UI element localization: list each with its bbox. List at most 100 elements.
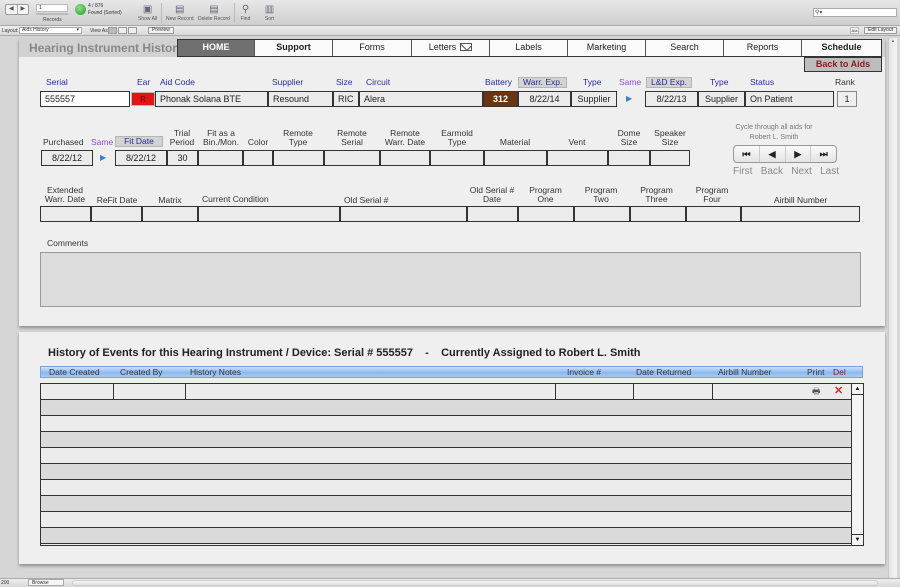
comments-field[interactable] (40, 252, 861, 307)
program-four-field[interactable] (686, 206, 741, 222)
preview-button[interactable]: Preview (148, 27, 174, 34)
trial-period-field[interactable]: 30 (167, 150, 198, 166)
ear-badge[interactable]: R (131, 92, 155, 106)
speaker-size-field[interactable] (650, 150, 690, 166)
status-field[interactable]: On Patient (745, 91, 834, 107)
tab-marketing[interactable]: Marketing (568, 40, 646, 56)
print-icon[interactable]: 🖶 (812, 386, 821, 397)
type-field[interactable]: Supplier (571, 91, 617, 107)
fit-date-field[interactable]: 8/22/12 (115, 150, 167, 166)
history-cell[interactable] (556, 384, 634, 399)
sort-button[interactable]: ▥ Sort (264, 4, 275, 22)
col-invoice[interactable]: Invoice # (567, 367, 601, 378)
table-view-button[interactable] (128, 27, 137, 34)
col-date-returned[interactable]: Date Returned (636, 367, 691, 378)
dome-size-field[interactable] (608, 150, 650, 166)
back-record-icon[interactable]: ◀ (760, 146, 786, 162)
refit-date-field[interactable] (91, 206, 142, 222)
edit-layout-button[interactable]: Edit Layout (864, 27, 897, 34)
tab-search[interactable]: Search (646, 40, 724, 56)
layout-select[interactable]: Aids History ▾ (19, 27, 82, 34)
rank-field[interactable]: 1 (837, 91, 857, 107)
next-aid-icon[interactable]: ▶ (786, 146, 812, 162)
remote-serial-field[interactable] (324, 150, 380, 166)
col-created-by[interactable]: Created By (120, 367, 163, 378)
list-view-button[interactable] (118, 27, 127, 34)
col-history-notes[interactable]: History Notes (190, 367, 241, 378)
quick-find-input[interactable]: ⚲▾ (813, 8, 897, 17)
color-field[interactable] (243, 150, 273, 166)
history-row[interactable] (41, 480, 851, 496)
history-row[interactable] (41, 528, 851, 544)
tab-labels[interactable]: Labels (490, 40, 568, 56)
size-field[interactable]: RIC (333, 91, 359, 107)
warr-exp-button[interactable]: Warr. Exp. (518, 77, 568, 88)
old-serial-field[interactable] (340, 206, 467, 222)
history-row[interactable] (41, 432, 851, 448)
history-row[interactable] (41, 512, 851, 528)
record-number-input[interactable]: 1 (36, 4, 68, 12)
tab-forms[interactable]: Forms (333, 40, 412, 56)
find-button[interactable]: ⚲ Find (240, 4, 251, 22)
ld-exp-field[interactable]: 8/22/13 (645, 91, 698, 107)
record-navigator[interactable]: ◀ ▶ (5, 4, 29, 15)
fit-as-field[interactable] (198, 150, 243, 166)
history-row[interactable] (41, 400, 851, 416)
history-row[interactable] (41, 448, 851, 464)
delete-icon[interactable]: ✕ (834, 385, 843, 397)
portal-scrollbar[interactable]: ▲ ▼ (851, 384, 863, 545)
vent-field[interactable] (547, 150, 608, 166)
copy-same-arrow-icon[interactable]: ▶ (626, 94, 633, 103)
history-cell[interactable] (634, 384, 713, 399)
history-cell[interactable] (114, 384, 186, 399)
fit-date-button[interactable]: Fit Date (115, 136, 163, 147)
history-row[interactable] (41, 464, 851, 480)
purchased-field[interactable]: 8/22/12 (41, 150, 93, 166)
old-serial-date-field[interactable] (467, 206, 518, 222)
first-label[interactable]: First (733, 166, 752, 177)
search-icon[interactable]: ⚲▾ (815, 9, 822, 17)
horizontal-scrollbar[interactable] (72, 580, 878, 586)
last-record-icon[interactable]: ⏭ (811, 146, 836, 162)
window-scrollbar[interactable]: ▲ (888, 38, 897, 578)
tab-letters[interactable]: Letters (412, 40, 490, 56)
history-row[interactable] (41, 416, 851, 432)
circuit-field[interactable]: Alera (359, 91, 483, 107)
record-slider[interactable] (36, 13, 68, 15)
type2-field[interactable]: Supplier (698, 91, 745, 107)
zoom-level[interactable]: 200 (1, 580, 9, 586)
first-record-icon[interactable]: ⏮ (734, 146, 760, 162)
battery-field[interactable]: 312 (483, 91, 518, 107)
delete-record-button[interactable]: ▤ Delete Record (198, 4, 230, 22)
aid-code-field[interactable]: Phonak Solana BTE (155, 91, 268, 107)
prev-record-icon[interactable]: ◀ (6, 5, 18, 14)
serial-field[interactable]: 555557 (40, 91, 130, 107)
history-row[interactable] (41, 496, 851, 512)
program-three-field[interactable] (630, 206, 686, 222)
show-all-button[interactable]: ▣ Show All (138, 4, 157, 22)
history-row[interactable]: 🖶 ✕ (41, 384, 851, 400)
form-view-button[interactable] (108, 27, 117, 34)
mode-select[interactable]: Browse (28, 579, 64, 586)
remote-type-field[interactable] (273, 150, 324, 166)
supplier-field[interactable]: Resound (268, 91, 333, 107)
scroll-down-icon[interactable]: ▼ (852, 534, 863, 545)
found-set-icon[interactable] (75, 4, 86, 15)
warr-exp-field[interactable]: 8/22/14 (518, 91, 571, 107)
scroll-up-icon[interactable]: ▲ (852, 384, 863, 395)
history-cell[interactable] (41, 384, 114, 399)
ext-warr-field[interactable] (40, 206, 91, 222)
tab-schedule[interactable]: Schedule (802, 40, 881, 56)
back-to-aids-button[interactable]: Back to Aids (804, 57, 882, 72)
new-record-button[interactable]: ▤ New Record (166, 4, 194, 22)
scroll-up-icon[interactable]: ▲ (889, 38, 897, 46)
next-record-icon[interactable]: ▶ (18, 5, 29, 14)
program-two-field[interactable] (574, 206, 630, 222)
formatting-bar-button[interactable]: A/a (850, 27, 859, 34)
col-date-created[interactable]: Date Created (49, 367, 100, 378)
next-label[interactable]: Next (791, 166, 812, 177)
tab-reports[interactable]: Reports (724, 40, 802, 56)
ld-exp-button[interactable]: L&D Exp. (646, 77, 692, 88)
copy-same-arrow-icon[interactable]: ▶ (100, 153, 107, 162)
last-label[interactable]: Last (820, 166, 839, 177)
